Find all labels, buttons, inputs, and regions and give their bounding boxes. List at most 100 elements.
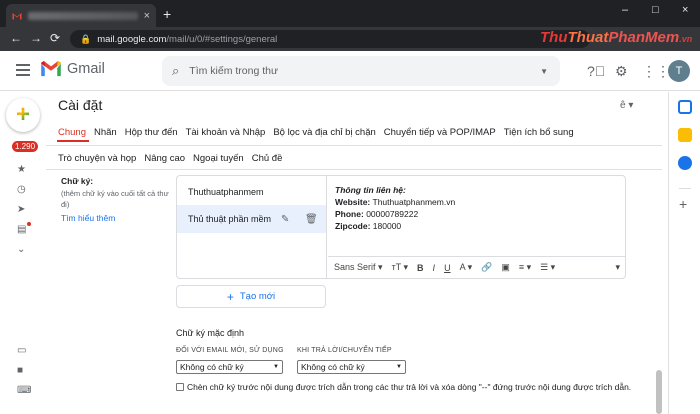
reply-signature-select[interactable]: Không có chữ ký ▼ [297,360,406,374]
search-input[interactable]: Tìm kiếm trong thư [189,65,540,77]
settings-gear-icon[interactable]: ⚙ [615,63,628,80]
gmail-logo[interactable]: Gmail [40,61,105,77]
meet-video-icon[interactable]: ■ [17,365,23,376]
image-icon[interactable]: ▣ [501,262,510,273]
create-new-label: Tạo mới [239,291,276,302]
signature-item-name: Thủ thuật phần mềm [188,214,272,224]
back-icon[interactable]: ← [10,31,22,45]
main-scrollbar[interactable] [656,370,662,414]
tab-accounts[interactable]: Tài khoản và Nhập [186,127,266,138]
help-icon[interactable]: ?⃝ [587,63,605,79]
compose-plus-icon: + [15,101,30,128]
new-tab-icon[interactable]: + [163,6,171,22]
unread-count-badge: 1.290 [12,141,39,152]
meet-new-icon[interactable]: ▭ [17,345,26,356]
keyboard-icon[interactable]: ⌨ [17,385,31,396]
signature-line: Zipcode: 180000 [335,221,402,231]
insert-before-quote-option: Chèn chữ ký trước nội dung được trích dẫ… [176,381,636,393]
font-family-select[interactable]: Sans Serif ▾ [334,262,383,273]
signature-item-name: Thuthuatphanmem [188,187,264,197]
tasks-icon[interactable] [678,156,692,170]
minimize-icon[interactable]: – [622,4,628,16]
side-panel: + [668,92,700,414]
tab-advanced[interactable]: Nâng cao [144,153,185,164]
format-toolbar: Sans Serif ▾ ᴛT ▾ B I U A ▾ 🔗 ▣ ≡ ▾ ☰ ▾ … [328,256,626,278]
lock-icon: 🔒 [80,33,92,44]
forward-icon[interactable]: → [30,31,42,45]
search-options-icon[interactable]: ▼ [540,67,548,76]
gmail-favicon-icon [12,12,22,19]
tab-offline[interactable]: Ngoại tuyến [193,153,244,164]
signature-line: Phone: 00000789222 [335,209,419,219]
more-chevron-down-icon[interactable]: ⌄ [17,244,25,255]
tab-forwarding[interactable]: Chuyển tiếp và POP/IMAP [384,127,496,138]
tab-addons[interactable]: Tiện ích bổ sung [504,127,574,138]
tab-filters[interactable]: Bộ lọc và địa chỉ bị chặn [273,127,375,138]
app-name: Gmail [67,61,105,77]
align-icon[interactable]: ≡ ▾ [519,262,531,273]
new-email-label: ĐỐI VỚI EMAIL MỚI, SỬ DỤNG [176,347,284,354]
more-format-icon[interactable]: ▾ [615,262,620,273]
new-email-signature-select[interactable]: Không có chữ ký ▼ [176,360,283,374]
insert-before-quote-text: Chèn chữ ký trước nội dung được trích dẫ… [187,382,632,392]
signature-heading: Thông tin liên hệ: [335,185,406,195]
tab-labels[interactable]: Nhãn [94,127,117,138]
tab-themes[interactable]: Chủ đề [252,153,283,164]
side-panel-divider [679,188,691,189]
default-signature-title: Chữ ký mặc định [176,328,245,338]
settings-tabs-row-1: Chung Nhãn Hộp thư đến Tài khoản và Nhập… [58,127,582,138]
signature-item-selected[interactable]: Thủ thuật phần mềm ✎ 🗑 [177,205,326,233]
chevron-down-icon: ▼ [273,364,279,370]
signature-text-editor[interactable]: Thông tin liên hệ: Website: Thuthuatphan… [335,184,455,232]
signature-item[interactable]: Thuthuatphanmem [177,178,326,206]
search-box[interactable]: ⌕ Tìm kiếm trong thư ▼ [162,56,560,86]
list-icon[interactable]: ☰ ▾ [540,262,555,273]
signature-line: Website: Thuthuatphanmem.vn [335,197,456,207]
apps-grid-icon[interactable]: ⋮⋮ [642,63,670,80]
main-menu-icon[interactable] [16,64,30,79]
delete-trash-icon[interactable]: 🗑 [305,214,318,225]
sent-icon[interactable]: ➤ [17,204,25,215]
reload-icon[interactable]: ⟳ [50,31,60,45]
url-host: mail.google.com [97,33,167,45]
active-tab-indicator [57,140,89,142]
underline-icon[interactable]: U [444,263,451,273]
signature-list: Thuthuatphanmem Thủ thuật phần mềm ✎ 🗑 [177,176,327,279]
browser-tab-strip: × + – □ × [0,0,700,27]
drafts-icon[interactable]: ▤ [17,224,26,235]
create-new-signature-button[interactable]: + Tạo mới [176,285,326,308]
reply-forward-label: KHI TRẢ LỜI/CHUYỂN TIẾP [297,347,392,354]
keep-icon[interactable] [678,128,692,142]
tab-close-icon[interactable]: × [144,10,150,22]
url-input[interactable]: 🔒 mail.google.com/mail/u/0/#settings/gen… [70,30,590,48]
avatar[interactable]: T [668,60,690,82]
snoozed-clock-icon[interactable]: ◷ [17,184,26,195]
page-title: Cài đặt [58,97,103,113]
tabs-divider-2 [46,169,662,170]
signature-editor-panel: Thuthuatphanmem Thủ thuật phần mềm ✎ 🗑 T… [176,175,626,279]
browser-tab[interactable]: × [6,4,156,27]
learn-more-link[interactable]: Tìm hiểu thêm [61,213,115,223]
search-icon[interactable]: ⌕ [172,63,179,79]
link-icon[interactable]: 🔗 [481,262,492,273]
edit-pencil-icon[interactable]: ✎ [281,214,289,225]
tab-chat-meet[interactable]: Trò chuyện và họp [58,153,136,164]
input-tools-icon[interactable]: ê ▾ [620,100,633,111]
close-window-icon[interactable]: × [682,4,688,16]
settings-tabs-row-2: Trò chuyện và họp Nâng cao Ngoại tuyến C… [58,153,290,164]
compose-button[interactable]: + [6,98,40,132]
tab-inbox[interactable]: Hộp thư đến [125,127,178,138]
maximize-icon[interactable]: □ [652,4,659,16]
text-color-icon[interactable]: A ▾ [460,262,473,273]
italic-icon[interactable]: I [433,263,436,273]
insert-before-quote-checkbox[interactable] [176,383,184,391]
add-addon-plus-icon[interactable]: + [679,196,687,212]
bold-icon[interactable]: B [417,263,424,273]
site-watermark: ThuThuatPhanMem.vn [540,29,693,46]
gmail-header: Gmail ⌕ Tìm kiếm trong thư ▼ ?⃝ ⚙ ⋮⋮ T [0,51,700,91]
font-size-icon[interactable]: ᴛT ▾ [392,262,408,273]
tab-general[interactable]: Chung [58,127,86,138]
starred-icon[interactable]: ★ [17,164,26,175]
calendar-icon[interactable] [678,100,692,114]
signature-label: Chữ ký: [61,176,94,186]
